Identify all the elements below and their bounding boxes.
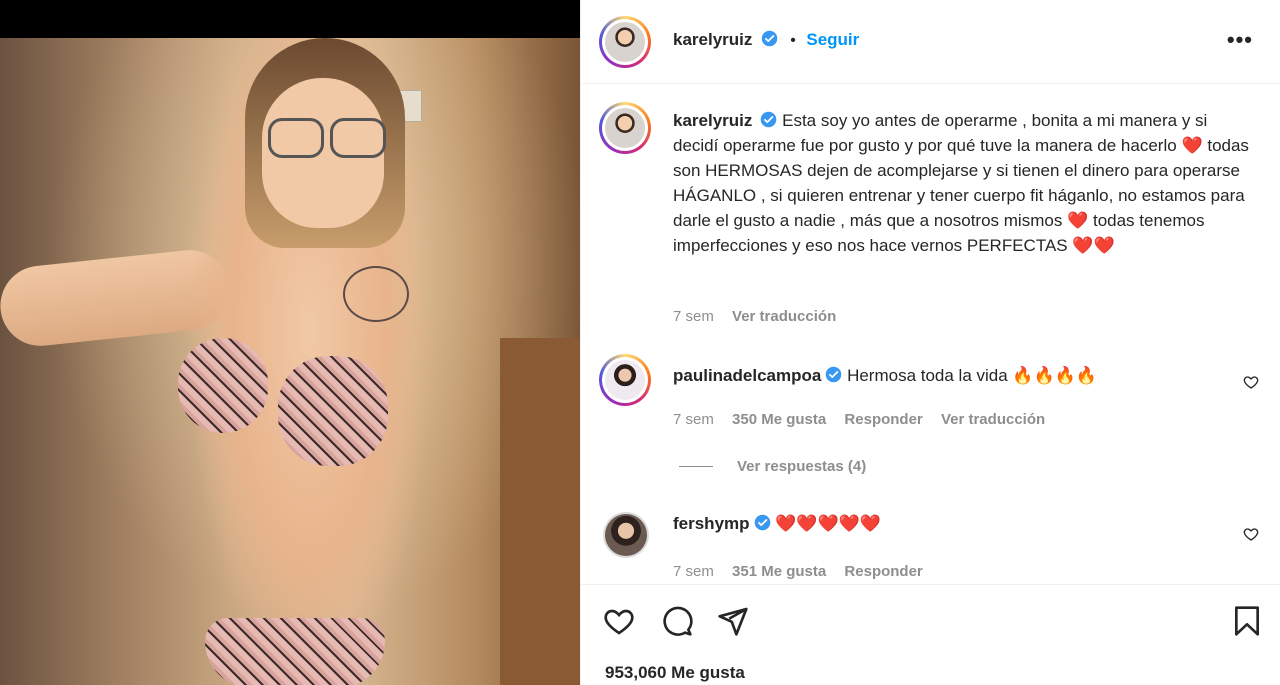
- caption-text: Esta soy yo antes de operarme , bonita a…: [673, 111, 1208, 155]
- post-detail-panel: karelyruiz • Seguir ••• karelyruiz Esta …: [580, 0, 1280, 685]
- heart-emoji: ❤️: [1181, 136, 1203, 155]
- heart-emoji: ❤️: [1067, 211, 1089, 230]
- heart-emoji: ❤️: [1072, 236, 1094, 255]
- caption-username[interactable]: karelyruiz: [673, 111, 752, 130]
- comment-time[interactable]: 7 sem: [673, 563, 714, 580]
- comment-text: ❤️❤️❤️❤️❤️: [775, 514, 882, 533]
- comment-meta: 7 sem 350 Me gusta Responder Ver traducc…: [673, 411, 1045, 428]
- bookmark-icon[interactable]: [1231, 605, 1263, 637]
- heart-emoji: ❤️: [1093, 236, 1115, 255]
- comment-likes[interactable]: 351 Me gusta: [732, 563, 826, 580]
- comment-translate-link[interactable]: Ver traducción: [941, 411, 1045, 428]
- reply-button[interactable]: Responder: [844, 563, 922, 580]
- comment-time[interactable]: 7 sem: [673, 411, 714, 428]
- post-actions: 953,060 Me gusta: [581, 584, 1280, 685]
- comment: fershymp ❤️❤️❤️❤️❤️: [673, 514, 881, 534]
- follow-button[interactable]: Seguir: [806, 30, 859, 49]
- commenter-avatar[interactable]: [599, 354, 651, 406]
- commenter-avatar[interactable]: [603, 512, 649, 558]
- caption-time[interactable]: 7 sem: [673, 308, 714, 325]
- media-top-bar: [0, 0, 580, 38]
- caption-translate-link[interactable]: Ver traducción: [732, 308, 836, 325]
- share-icon[interactable]: [717, 605, 749, 637]
- reply-button[interactable]: Responder: [844, 411, 922, 428]
- comments-list[interactable]: karelyruiz Esta soy yo antes de operarme…: [581, 84, 1280, 584]
- likes-count[interactable]: 953,060 Me gusta: [605, 663, 745, 683]
- verified-badge-icon: [754, 514, 770, 531]
- comment-like-heart-icon[interactable]: [1243, 374, 1259, 390]
- post-caption: karelyruiz Esta soy yo antes de operarme…: [673, 108, 1253, 258]
- comment-username[interactable]: paulinadelcampoa: [673, 366, 821, 385]
- verified-badge-icon: [761, 30, 778, 47]
- more-options-icon[interactable]: •••: [1227, 29, 1253, 51]
- comment-meta: 7 sem 351 Me gusta Responder: [673, 563, 923, 580]
- comment: paulinadelcampoa Hermosa toda la vida 🔥🔥…: [673, 366, 1097, 386]
- post-image[interactable]: [0, 38, 580, 685]
- view-replies-button[interactable]: Ver respuestas (4): [737, 458, 866, 475]
- comment-icon[interactable]: [661, 605, 693, 637]
- heart-icon[interactable]: [603, 605, 635, 637]
- author-username[interactable]: karelyruiz: [673, 30, 752, 49]
- separator-dot: •: [790, 32, 796, 49]
- replies-divider: [679, 466, 713, 467]
- comment-username[interactable]: fershymp: [673, 514, 750, 533]
- comment-text: Hermosa toda la vida 🔥🔥🔥🔥: [847, 366, 1098, 385]
- verified-badge-icon: [761, 111, 777, 128]
- post-header: karelyruiz • Seguir •••: [581, 0, 1280, 84]
- caption-avatar[interactable]: [599, 102, 651, 154]
- comment-like-heart-icon[interactable]: [1243, 526, 1259, 542]
- comment-likes[interactable]: 350 Me gusta: [732, 411, 826, 428]
- verified-badge-icon: [826, 366, 842, 383]
- caption-meta: 7 sem Ver traducción: [673, 308, 836, 325]
- author-avatar[interactable]: [599, 16, 651, 68]
